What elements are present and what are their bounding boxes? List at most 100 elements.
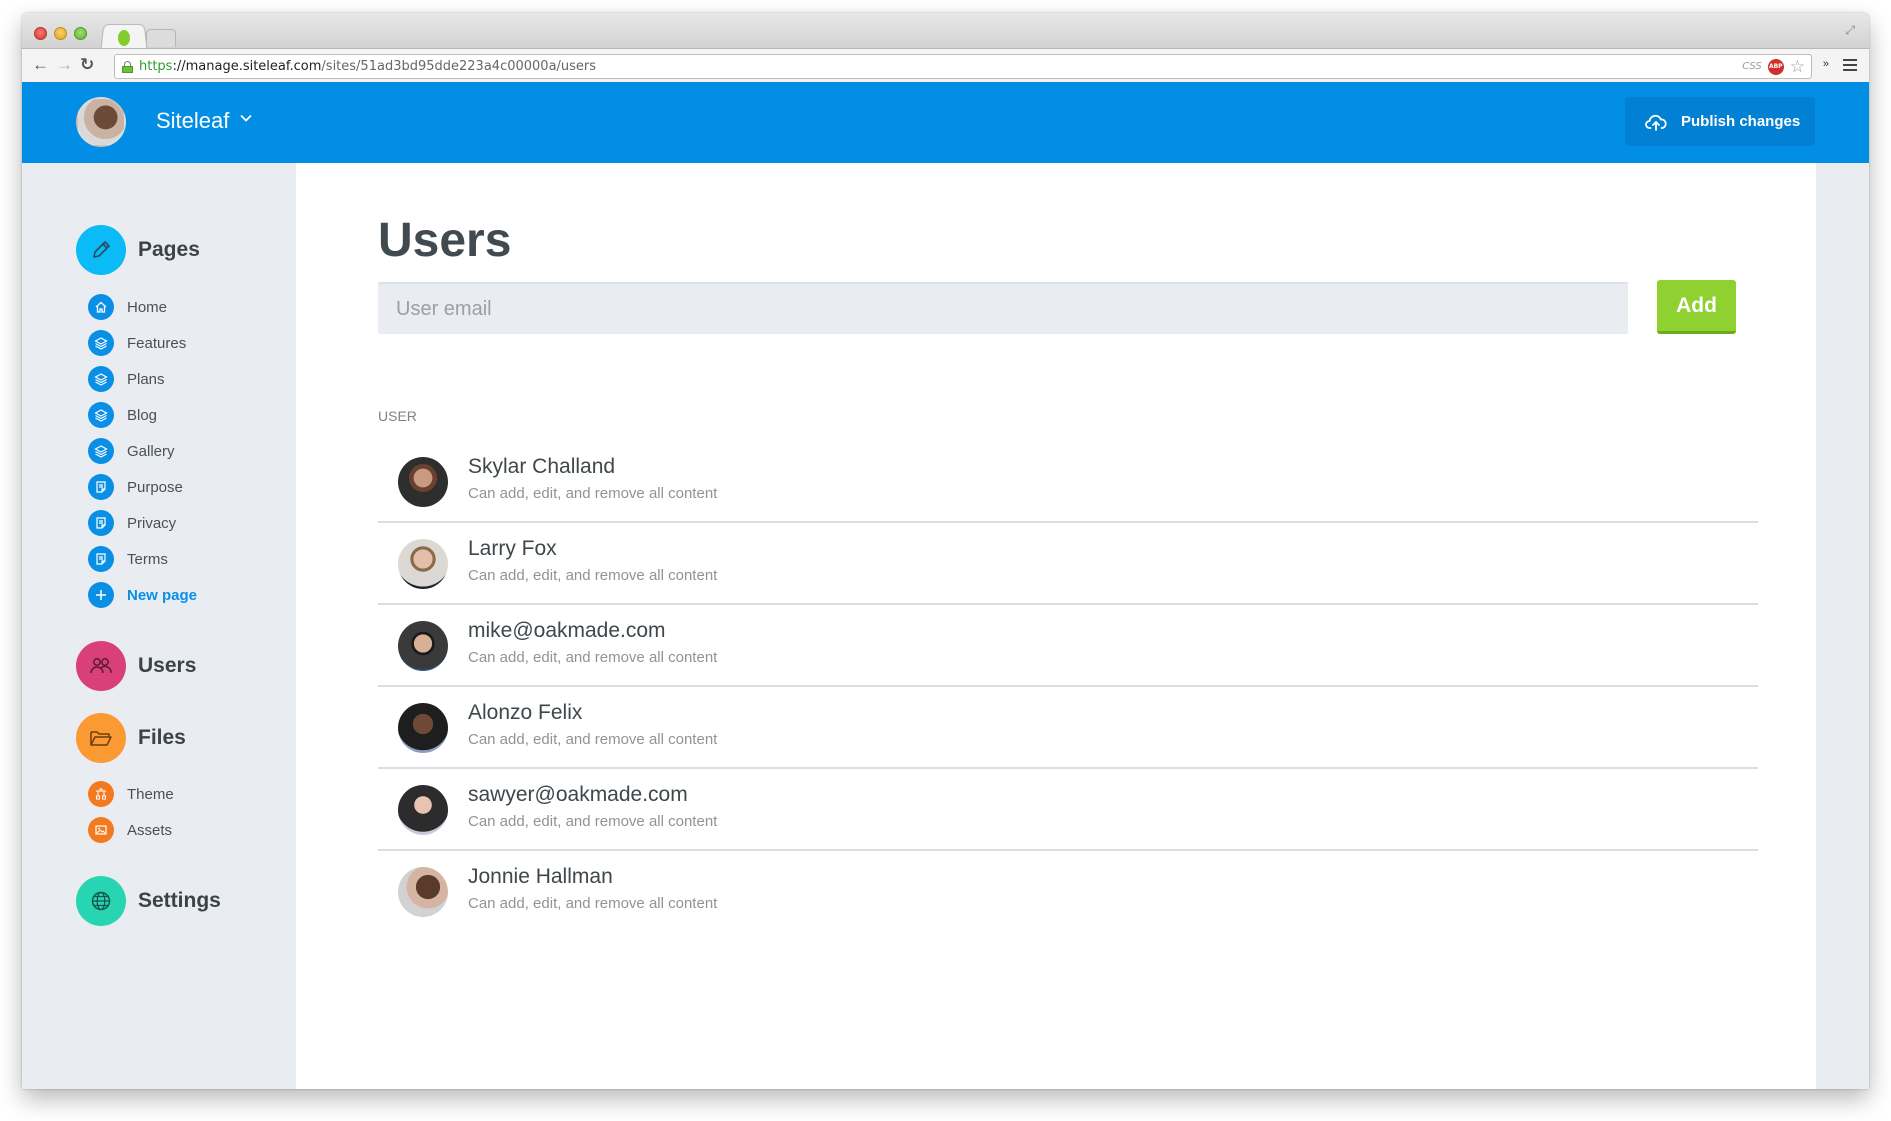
sidebar-item-label: Theme [127,785,174,803]
layers-icon [88,402,114,428]
url-scheme: https [139,59,173,74]
user-column-header: USER [378,408,417,424]
sidebar-item-label: Features [127,334,187,352]
image-icon [88,817,114,843]
lock-icon [122,61,133,73]
address-bar[interactable]: https://manage.siteleaf.com/sites/51ad3b… [114,54,1812,79]
user-row[interactable]: Alonzo Felix Can add, edit, and remove a… [378,687,1758,769]
user-role: Can add, edit, and remove all content [468,649,718,666]
sidebar-item-purpose[interactable]: Purpose [88,474,183,500]
user-avatar [398,785,448,835]
user-name: Alonzo Felix [468,701,583,724]
sidebar-item-blog[interactable]: Blog [88,402,157,428]
pencil-icon [76,225,126,275]
forward-arrow-icon[interactable]: → [56,55,73,75]
sidebar-item-label: Gallery [127,442,175,460]
user-role: Can add, edit, and remove all content [468,813,718,830]
browser-window: ⤢ ← → ↻ https://manage.siteleaf.com/site… [22,13,1869,1089]
user-row[interactable]: mike@oakmade.com Can add, edit, and remo… [378,605,1758,687]
extensions-overflow-icon[interactable]: » [1823,58,1829,70]
sidebar-section-label: Pages [138,238,200,261]
new-page-button[interactable]: New page [88,582,197,608]
sidebar-item-assets[interactable]: Assets [88,817,172,843]
cloud-upload-icon [1645,114,1667,131]
app-header: Siteleaf Publish changes [22,82,1869,163]
zoom-window-button[interactable] [74,27,87,40]
sidebar-item-label: Home [127,298,168,316]
url-host: ://manage.siteleaf.com [172,59,322,74]
site-name[interactable]: Siteleaf [156,106,229,136]
url-path: /sites/51ad3bd95dde223a4c00000a/users [321,59,597,74]
theme-icon [88,781,114,807]
user-row[interactable]: Skylar Challand Can add, edit, and remov… [378,441,1758,523]
user-name: sawyer@oakmade.com [468,783,688,806]
sidebar-item-theme[interactable]: Theme [88,781,174,807]
sidebar-item-home[interactable]: Home [88,294,167,320]
adblock-extension-icon[interactable]: ABP [1767,58,1784,75]
sidebar-item-terms[interactable]: Terms [88,546,168,572]
minimize-window-button[interactable] [54,27,67,40]
sidebar-section-settings[interactable]: Settings [76,876,221,926]
close-window-button[interactable] [34,27,47,40]
sidebar-section-files[interactable]: Files [76,713,186,763]
publish-label: Publish changes [1681,113,1801,130]
folder-icon [76,713,126,763]
users-icon [76,641,126,691]
user-role: Can add, edit, and remove all content [468,485,718,502]
sidebar: Pages Home Features Plans Blog Gallery P… [22,163,296,1089]
browser-toolbar: ← → ↻ https://manage.siteleaf.com/sites/… [22,48,1869,82]
user-avatar [398,621,448,671]
current-user-avatar[interactable] [76,97,126,147]
user-row[interactable]: Larry Fox Can add, edit, and remove all … [378,523,1758,605]
user-row[interactable]: sawyer@oakmade.com Can add, edit, and re… [378,769,1758,851]
sidebar-section-users[interactable]: Users [76,641,196,691]
sidebar-item-label: Terms [127,550,168,568]
user-avatar [398,457,448,507]
layers-icon [88,438,114,464]
sidebar-item-features[interactable]: Features [88,330,186,356]
main-content: Users Add USER Skylar Challand Can add, … [296,163,1816,1089]
reload-icon[interactable]: ↻ [80,55,94,75]
home-icon [88,294,114,320]
user-role: Can add, edit, and remove all content [468,731,718,748]
sidebar-section-label: Users [138,654,197,677]
layers-icon [88,366,114,392]
fullscreen-icon[interactable]: ⤢ [1845,23,1855,38]
sidebar-item-label: Blog [127,406,158,424]
user-name: mike@oakmade.com [468,619,666,642]
user-name: Skylar Challand [468,455,616,478]
sidebar-item-label: Assets [127,821,173,839]
user-avatar [398,867,448,917]
document-icon [88,510,114,536]
sidebar-item-label: Plans [127,370,165,388]
new-tab-button[interactable] [146,29,176,47]
browser-menu-icon[interactable] [1843,59,1857,71]
user-list: Skylar Challand Can add, edit, and remov… [378,441,1758,933]
user-name: Larry Fox [468,537,557,560]
sidebar-section-label: Files [138,726,186,749]
document-icon [88,474,114,500]
sidebar-section-pages[interactable]: Pages [76,225,200,275]
sidebar-section-label: Settings [138,889,221,912]
layers-icon [88,330,114,356]
document-icon [88,546,114,572]
user-name: Jonnie Hallman [468,865,613,888]
new-page-label: New page [127,586,198,604]
back-arrow-icon[interactable]: ← [32,55,49,75]
globe-icon [76,876,126,926]
user-avatar [398,539,448,589]
chevron-down-icon[interactable] [240,112,252,124]
user-row[interactable]: Jonnie Hallman Can add, edit, and remove… [378,851,1758,933]
sidebar-item-plans[interactable]: Plans [88,366,165,392]
user-role: Can add, edit, and remove all content [468,567,718,584]
user-email-input[interactable] [378,282,1628,334]
bookmark-star-icon[interactable]: ☆ [1790,57,1805,77]
add-user-button[interactable]: Add [1657,280,1736,334]
publish-changes-button[interactable]: Publish changes [1625,97,1815,146]
sidebar-item-label: Privacy [127,514,177,532]
plus-icon [88,582,114,608]
sidebar-item-gallery[interactable]: Gallery [88,438,175,464]
css-extension-icon[interactable]: CSS [1742,55,1762,78]
sidebar-item-label: Purpose [127,478,183,496]
sidebar-item-privacy[interactable]: Privacy [88,510,176,536]
